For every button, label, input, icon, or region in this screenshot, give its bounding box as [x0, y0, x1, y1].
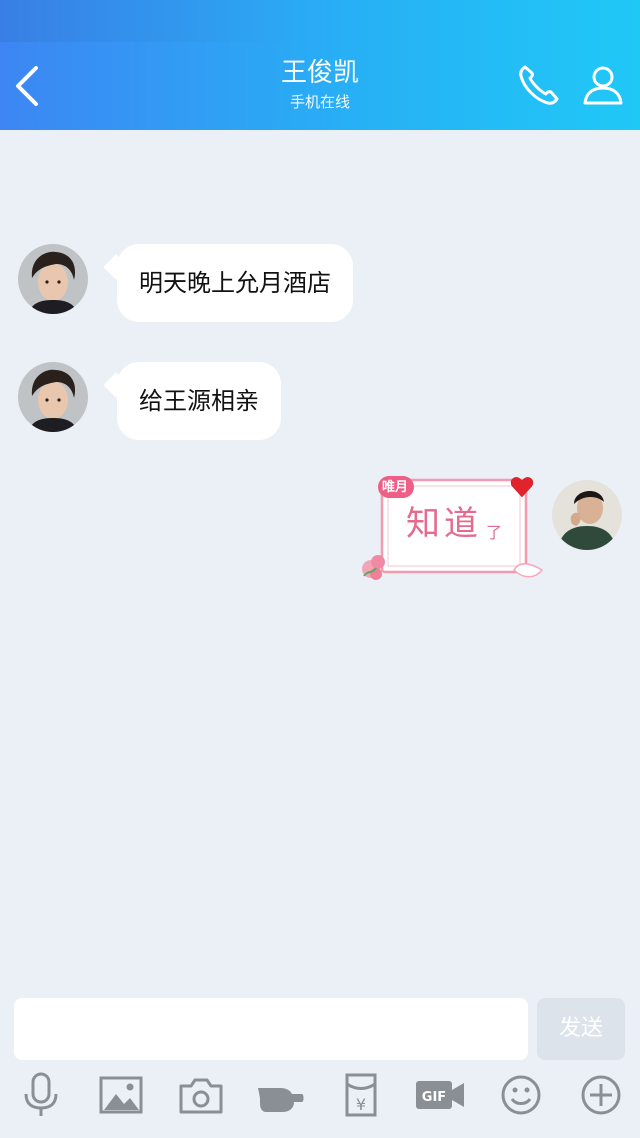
microphone-icon[interactable]	[16, 1072, 66, 1118]
message-input[interactable]	[14, 998, 528, 1060]
plus-icon[interactable]	[576, 1072, 626, 1118]
camera-icon[interactable]	[176, 1072, 226, 1118]
poke-hand-icon[interactable]	[256, 1072, 306, 1118]
gif-icon[interactable]: GIF	[414, 1072, 466, 1118]
image-icon[interactable]	[96, 1072, 146, 1118]
svg-text:GIF: GIF	[422, 1090, 446, 1105]
emoji-icon[interactable]	[496, 1072, 546, 1118]
red-packet-icon[interactable]: ¥	[336, 1072, 386, 1118]
my-avatar[interactable]	[552, 480, 622, 550]
avatar[interactable]	[18, 362, 88, 432]
message-text: 明天晚上允月酒店	[139, 269, 331, 297]
composer-bar: 发送 ¥ GIF	[0, 990, 640, 1138]
chat-header: 王俊凯 手机在线	[0, 0, 640, 130]
sticker-small-text: 了	[486, 523, 503, 542]
send-button[interactable]: 发送	[537, 998, 625, 1060]
avatar[interactable]	[18, 244, 88, 314]
phone-icon[interactable]	[516, 62, 562, 108]
svg-text:¥: ¥	[356, 1095, 366, 1114]
message-bubble[interactable]: 明天晚上允月酒店	[117, 244, 353, 322]
message-bubble[interactable]: 给王源相亲	[117, 362, 281, 440]
sticker-text: 知道	[406, 504, 482, 544]
status-bar-area	[0, 0, 310, 42]
message-text: 给王源相亲	[139, 387, 259, 415]
profile-icon[interactable]	[580, 62, 626, 108]
sticker-message[interactable]: 唯月 知道 了	[362, 470, 548, 586]
sticker-tag: 唯月	[382, 480, 409, 495]
